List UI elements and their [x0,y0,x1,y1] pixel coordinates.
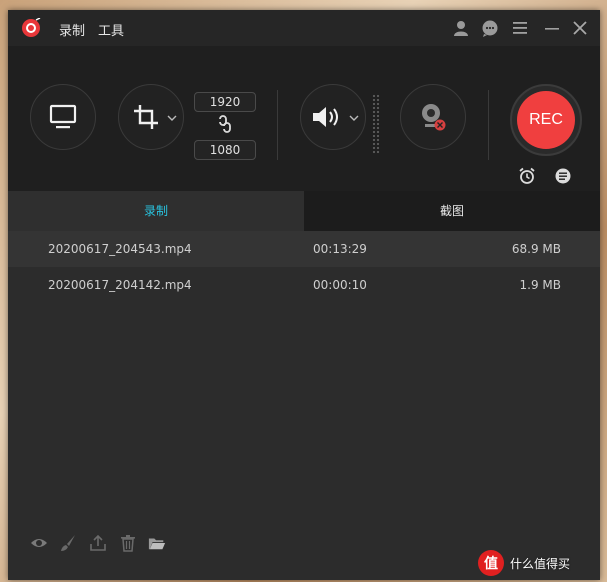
watermark-text: 什么值得买 [510,556,571,571]
file-size: 68.9 MB [511,242,561,256]
rec-button[interactable]: REC [517,91,575,149]
height-field[interactable]: 1080 [194,140,256,160]
link-ratio-icon[interactable] [217,115,233,133]
watermark-badge: 值 [478,550,504,576]
recording-list: 20200617_204543.mp4 00:13:29 68.9 MB 202… [8,231,600,303]
chevron-down-icon [349,115,359,121]
brush-icon[interactable] [59,534,77,552]
menu-tools[interactable]: 工具 [98,20,124,39]
trash-icon[interactable] [119,534,137,552]
app-logo-icon [22,18,41,37]
monitor-icon [49,104,77,129]
watermark: 值 什么值得买 [478,548,603,578]
toolbar-divider [277,90,278,160]
folder-icon[interactable] [148,534,166,552]
file-tabs: 录制 截图 [8,191,600,231]
table-row[interactable]: 20200617_204142.mp4 00:00:10 1.9 MB [8,267,600,303]
user-icon[interactable] [451,18,471,38]
region-mode-button[interactable] [118,84,184,150]
system-audio-button[interactable] [300,84,366,150]
chevron-down-icon [167,115,177,121]
table-row[interactable]: 20200617_204543.mp4 00:13:29 68.9 MB [8,231,600,267]
chat-icon[interactable] [480,18,500,38]
audio-level-meter [372,94,380,154]
webcam-button[interactable] [400,84,466,150]
file-duration: 00:00:10 [313,278,367,292]
webcam-off-icon [422,104,446,131]
menu-record[interactable]: 录制 [59,20,85,39]
task-schedule-icon[interactable] [554,167,572,185]
speaker-icon [313,107,338,127]
title-bar: 录制 工具 [8,10,600,46]
fullscreen-mode-button[interactable] [30,84,96,150]
eye-icon[interactable] [30,534,48,552]
toolbar-divider [488,90,489,160]
file-name: 20200617_204142.mp4 [48,278,192,292]
share-icon[interactable] [89,534,107,552]
width-field[interactable]: 1920 [194,92,256,112]
tab-screenshots[interactable]: 截图 [304,191,600,231]
file-duration: 00:13:29 [313,242,367,256]
record-toolbar: 1920 1080 REC [8,46,600,191]
alarm-clock-icon[interactable] [518,167,536,185]
file-name: 20200617_204543.mp4 [48,242,192,256]
crop-icon [134,105,158,129]
rec-button-ring: REC [510,84,582,156]
minimize-icon[interactable] [542,18,562,38]
file-size: 1.9 MB [519,278,561,292]
menu-icon[interactable] [510,18,530,38]
tab-recordings[interactable]: 录制 [8,191,304,231]
recorder-window: 录制 工具 1920 1080 REC 录制 截图 20200617_20454… [8,10,600,580]
close-icon[interactable] [570,18,590,38]
